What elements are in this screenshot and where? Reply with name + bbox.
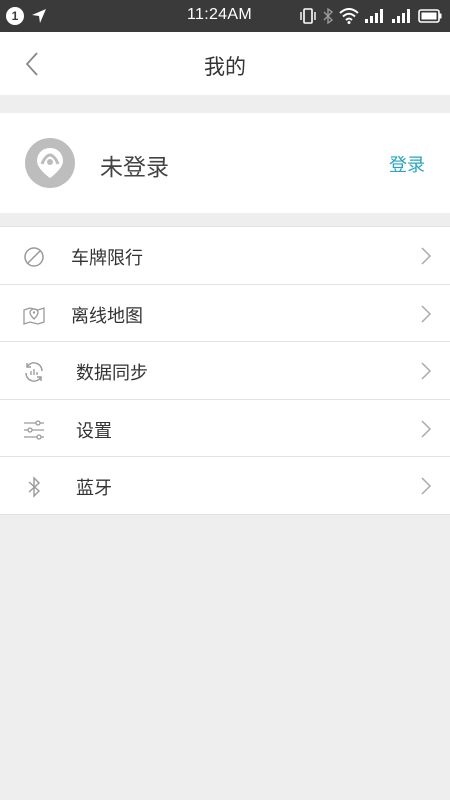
chevron-right-icon	[421, 247, 432, 265]
navigation-arrow-icon	[32, 9, 46, 23]
menu-item-offline-map[interactable]: 离线地图	[0, 283, 450, 342]
map-pin-icon	[23, 306, 45, 325]
menu-item-bluetooth[interactable]: 蓝牙	[0, 456, 450, 514]
sliders-icon	[24, 420, 44, 440]
status-icons	[299, 6, 442, 26]
notification-badge: 1	[6, 7, 24, 25]
status-bar: 1 11:24AM	[0, 0, 450, 32]
logo-pin-icon	[37, 148, 63, 178]
chevron-right-icon	[421, 305, 432, 323]
chevron-right-icon	[421, 477, 432, 495]
username-label: 未登录	[100, 155, 169, 181]
signal-icon	[365, 9, 383, 23]
status-time: 11:24AM	[187, 6, 252, 23]
avatar	[25, 138, 75, 188]
page-title: 我的	[204, 55, 246, 79]
menu-item-plate-restriction[interactable]: 车牌限行	[0, 226, 450, 284]
login-button[interactable]: 登录	[389, 151, 425, 177]
bluetooth-status-icon	[323, 7, 334, 25]
no-entry-icon	[24, 247, 44, 267]
menu-list: 车牌限行 离线地图 数据同步 设置 蓝牙	[0, 226, 450, 515]
menu-item-data-sync[interactable]: 数据同步	[0, 341, 450, 399]
profile-card[interactable]: 未登录 登录	[0, 113, 450, 213]
chevron-right-icon	[421, 420, 432, 438]
chevron-right-icon	[421, 362, 432, 380]
menu-item-label: 车牌限行	[71, 248, 143, 269]
battery-icon	[418, 9, 442, 23]
vibrate-icon	[300, 8, 316, 24]
sync-icon	[25, 362, 43, 383]
menu-item-label: 数据同步	[76, 363, 148, 385]
bluetooth-icon	[28, 476, 41, 499]
signal-icon-2	[392, 9, 410, 23]
menu-item-label: 离线地图	[71, 305, 143, 327]
app-header: 我的	[0, 32, 450, 95]
menu-item-label: 蓝牙	[76, 478, 112, 500]
divider	[0, 513, 450, 515]
menu-item-label: 设置	[76, 420, 112, 442]
wifi-icon	[339, 8, 359, 24]
menu-item-settings[interactable]: 设置	[0, 398, 450, 457]
